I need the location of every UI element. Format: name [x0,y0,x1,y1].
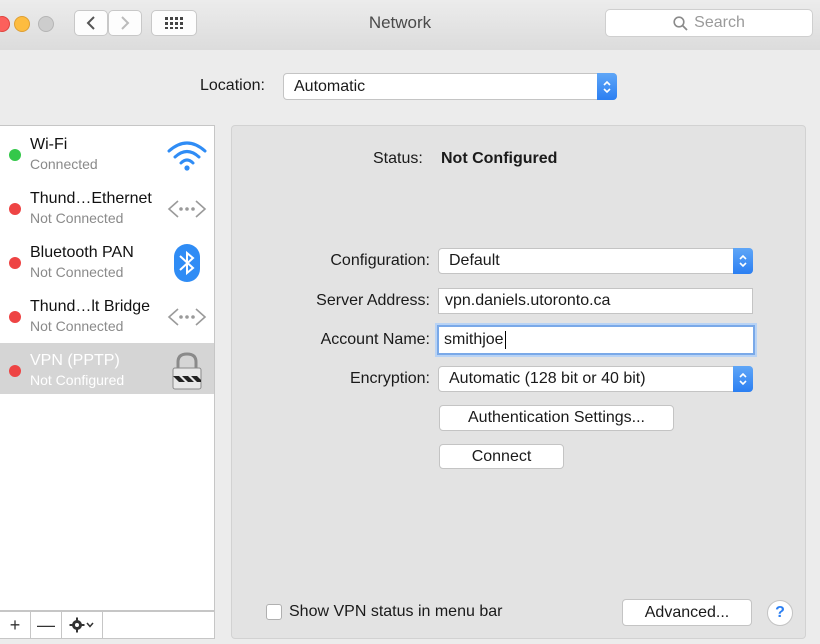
connect-button[interactable]: Connect [439,444,564,469]
text-cursor [504,331,506,349]
service-status: Not Connected [30,210,124,226]
ethernet-icon [167,200,207,218]
status-label: Status: [373,150,423,167]
popup-arrows-icon [733,366,753,392]
configuration-label: Configuration: [330,252,430,269]
show-vpn-status-label: Show VPN status in menu bar [289,603,503,620]
account-name-value: smithjoe [444,331,504,348]
bluetooth-icon [174,244,200,282]
minimize-window-button[interactable] [14,16,30,32]
search-icon [673,15,688,31]
status-dot [9,365,21,377]
service-name: Bluetooth PAN [30,244,134,261]
service-name: VPN (PPTP) [30,352,120,369]
service-status: Not Connected [30,318,124,334]
encryption-popup[interactable]: Automatic (128 bit or 40 bit) [438,366,753,392]
gear-icon [69,617,94,633]
service-item-wifi[interactable]: Wi-Fi Connected [0,127,214,181]
configuration-popup[interactable]: Default [438,248,753,274]
forward-button[interactable] [108,10,142,36]
grid-icon [165,17,183,29]
service-item-thunderbolt-bridge[interactable]: Thund…lt Bridge Not Connected [0,289,214,343]
lock-icon [172,352,202,390]
server-address-label: Server Address: [316,292,430,309]
service-item-thunderbolt-ethernet[interactable]: Thund…Ethernet Not Connected [0,181,214,235]
service-item-bluetooth-pan[interactable]: Bluetooth PAN Not Connected [0,235,214,289]
popup-arrows-icon [733,248,753,274]
service-name: Thund…Ethernet [30,190,152,207]
service-status: Not Configured [30,372,125,388]
search-field[interactable]: Search [605,9,813,37]
service-actions-button[interactable] [62,612,103,638]
search-placeholder: Search [694,14,745,31]
configuration-value: Default [449,252,500,269]
chevron-left-icon [86,16,95,30]
wifi-icon [167,141,207,171]
server-address-input[interactable]: vpn.daniels.utoronto.ca [438,288,753,314]
service-status: Connected [30,156,98,172]
location-value: Automatic [294,77,366,95]
help-button[interactable]: ? [767,600,793,626]
encryption-label: Encryption: [349,370,430,387]
remove-service-button[interactable]: — [31,612,62,638]
service-status: Not Connected [30,264,124,280]
popup-arrows-icon [597,73,617,100]
sidebar-toolbar: + — [0,611,215,639]
advanced-button[interactable]: Advanced... [622,599,752,626]
authentication-settings-button[interactable]: Authentication Settings... [439,405,674,431]
account-name-input[interactable]: smithjoe [437,325,755,355]
service-name: Wi-Fi [30,136,68,153]
status-dot [9,149,21,161]
back-button[interactable] [74,10,108,36]
account-name-label: Account Name: [320,331,430,348]
window-title: Network [368,13,432,32]
bridge-icon [167,308,207,326]
service-name: Thund…lt Bridge [30,298,151,315]
zoom-window-button[interactable] [38,16,54,32]
location-label: Location: [200,77,265,94]
status-value: Not Configured [441,150,558,167]
status-dot [9,257,21,269]
status-dot [9,203,21,215]
show-vpn-status-checkbox[interactable] [266,604,282,620]
service-item-vpn[interactable]: VPN (PPTP) Not Configured [0,343,214,394]
encryption-value: Automatic (128 bit or 40 bit) [449,370,646,387]
status-dot [9,311,21,323]
chevron-right-icon [121,16,130,30]
show-all-button[interactable] [151,10,197,36]
add-service-button[interactable]: + [0,612,31,638]
location-popup[interactable]: Automatic [283,73,617,100]
